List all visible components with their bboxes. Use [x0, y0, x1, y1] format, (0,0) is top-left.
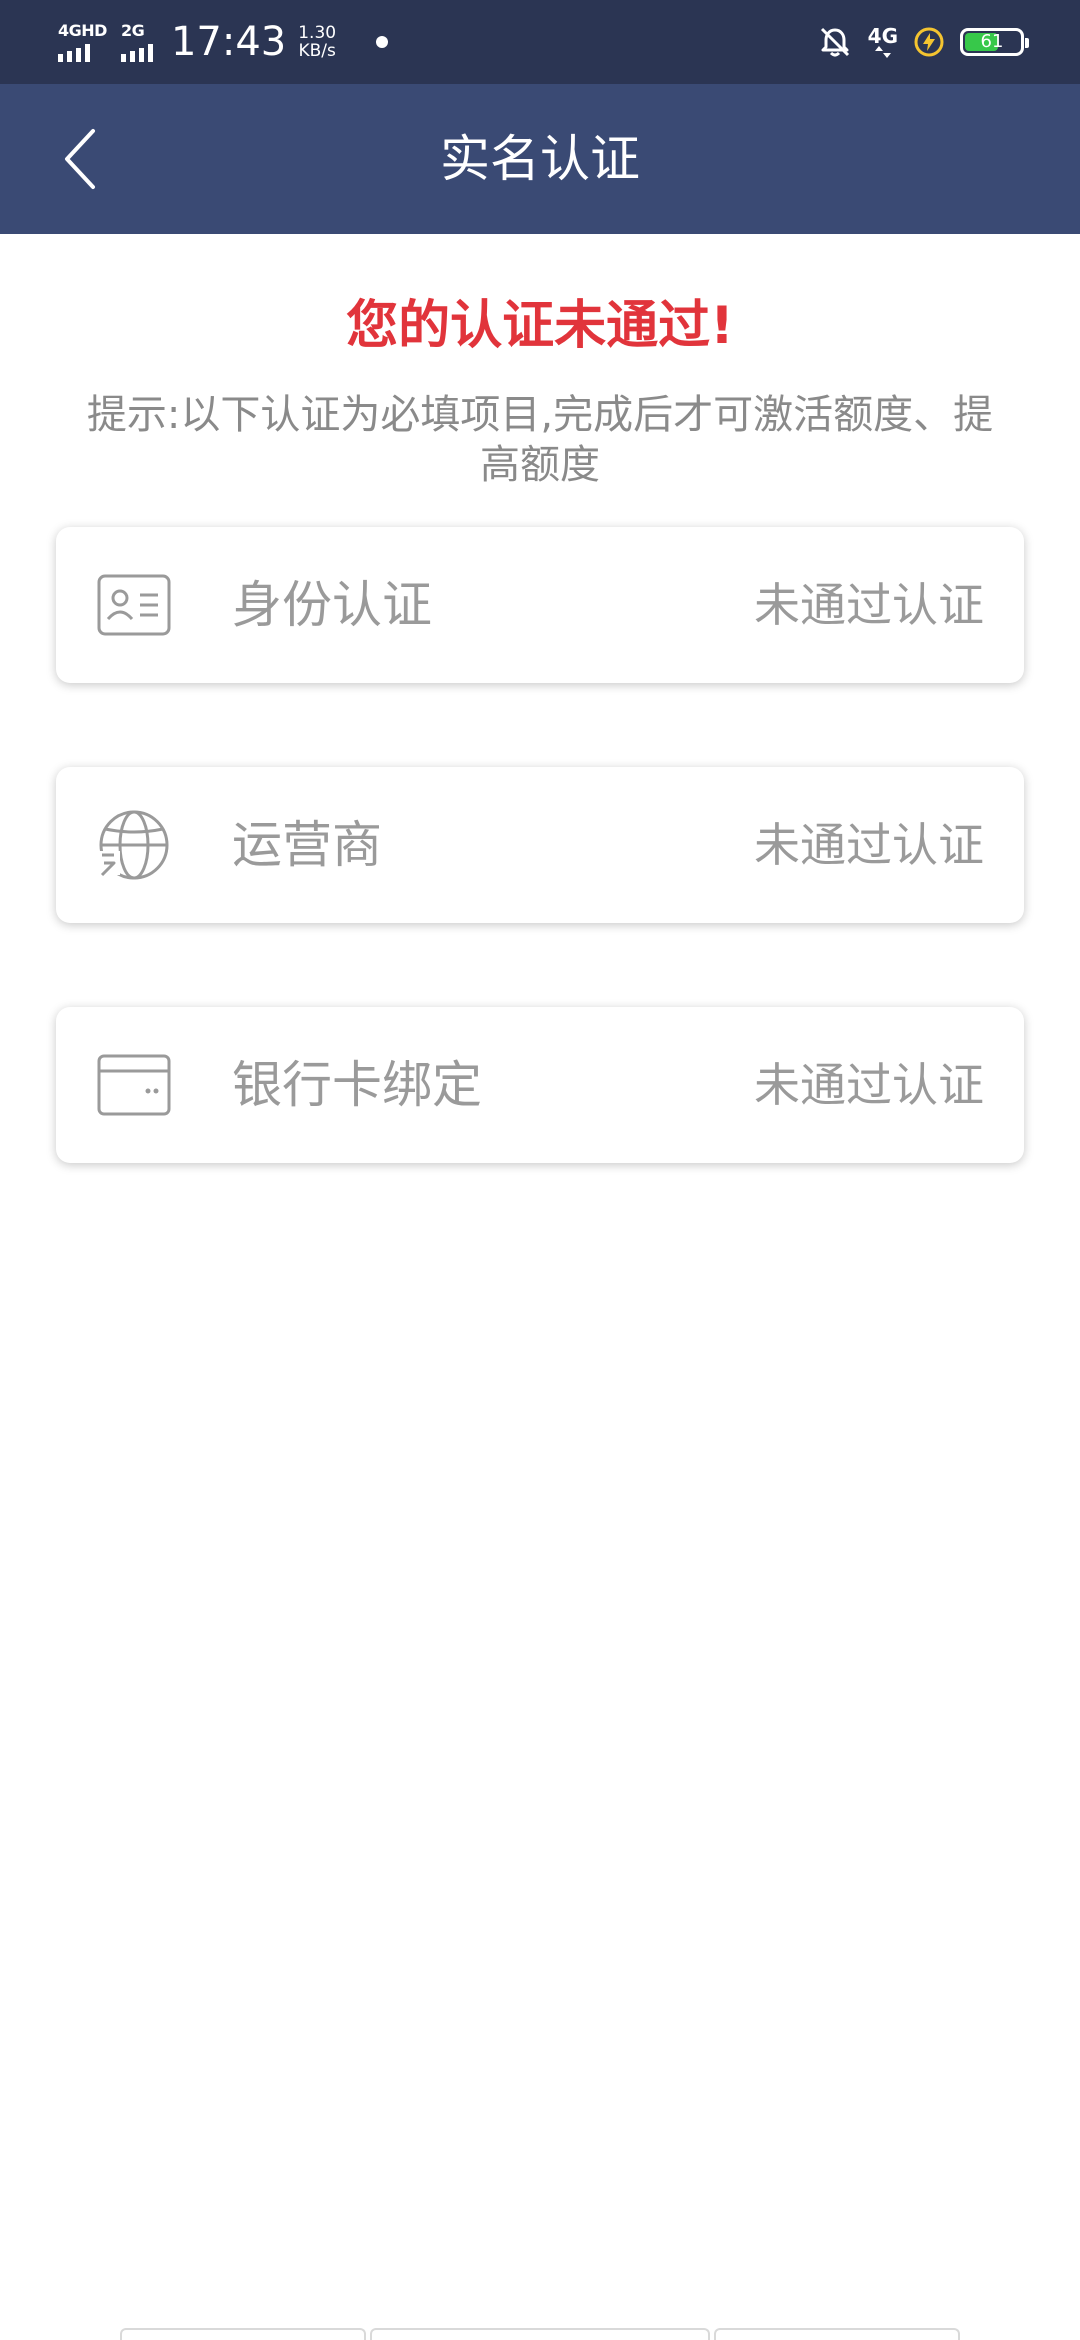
bell-muted-icon — [820, 27, 849, 57]
signal-sim1: 4GHD — [58, 22, 107, 62]
id-card-icon — [96, 567, 172, 643]
verification-item-label: 身份认证 — [232, 576, 432, 634]
bottom-strip-segment — [120, 2328, 366, 2340]
network-type-right: 4G — [867, 24, 898, 48]
battery-level-text: 61 — [980, 31, 1004, 52]
bank-card-icon — [96, 1047, 172, 1123]
status-bar: 4GHD 2G 17:43 1.30 KB/s 4G 61 — [0, 0, 1080, 84]
verification-item-status: 未通过认证 — [754, 1058, 984, 1112]
network-speed-value: 1.30 — [298, 23, 337, 43]
bottom-strip-segment — [370, 2328, 710, 2340]
battery-icon: 61 — [960, 28, 1029, 56]
verification-item-identity[interactable]: 身份认证 未通过认证 — [56, 527, 1024, 683]
network-type-sim1: 4GHD — [58, 21, 107, 40]
signal-bars-icon — [58, 42, 107, 62]
network-speed-unit: KB/s — [298, 41, 336, 61]
verification-tip: 提示:以下认证为必填项目,完成后才可激活额度、提高额度 — [86, 392, 994, 488]
charging-icon — [914, 27, 944, 57]
status-bar-right: 4G 61 — [818, 14, 1029, 70]
signal-sim2: 2G — [120, 21, 153, 62]
network-indicator-right: 4G — [868, 26, 898, 58]
data-activity-icon — [874, 46, 891, 58]
verification-item-status: 未通过认证 — [754, 578, 984, 632]
bottom-strip-segment — [714, 2328, 960, 2340]
carrier-globe-icon — [96, 807, 172, 883]
network-speed: 1.30 KB/s — [298, 24, 336, 60]
page-title: 实名认证 — [440, 130, 640, 188]
clock: 17:43 — [170, 19, 287, 65]
verification-item-bank-card[interactable]: 银行卡绑定 未通过认证 — [56, 1007, 1024, 1163]
status-bar-left: 4GHD 2G 17:43 1.30 KB/s — [58, 14, 389, 70]
verification-item-label: 银行卡绑定 — [232, 1056, 482, 1114]
notification-dot-icon — [376, 36, 389, 48]
verification-item-status: 未通过认证 — [754, 818, 984, 872]
signal-bars-icon — [120, 42, 153, 62]
network-type-sim2: 2G — [120, 21, 145, 40]
verification-item-carrier[interactable]: 运营商 未通过认证 — [56, 767, 1024, 923]
app-bar: 实名认证 — [0, 84, 1080, 234]
verification-item-label: 运营商 — [232, 816, 382, 874]
verification-failed-title: 您的认证未通过! — [346, 296, 734, 356]
